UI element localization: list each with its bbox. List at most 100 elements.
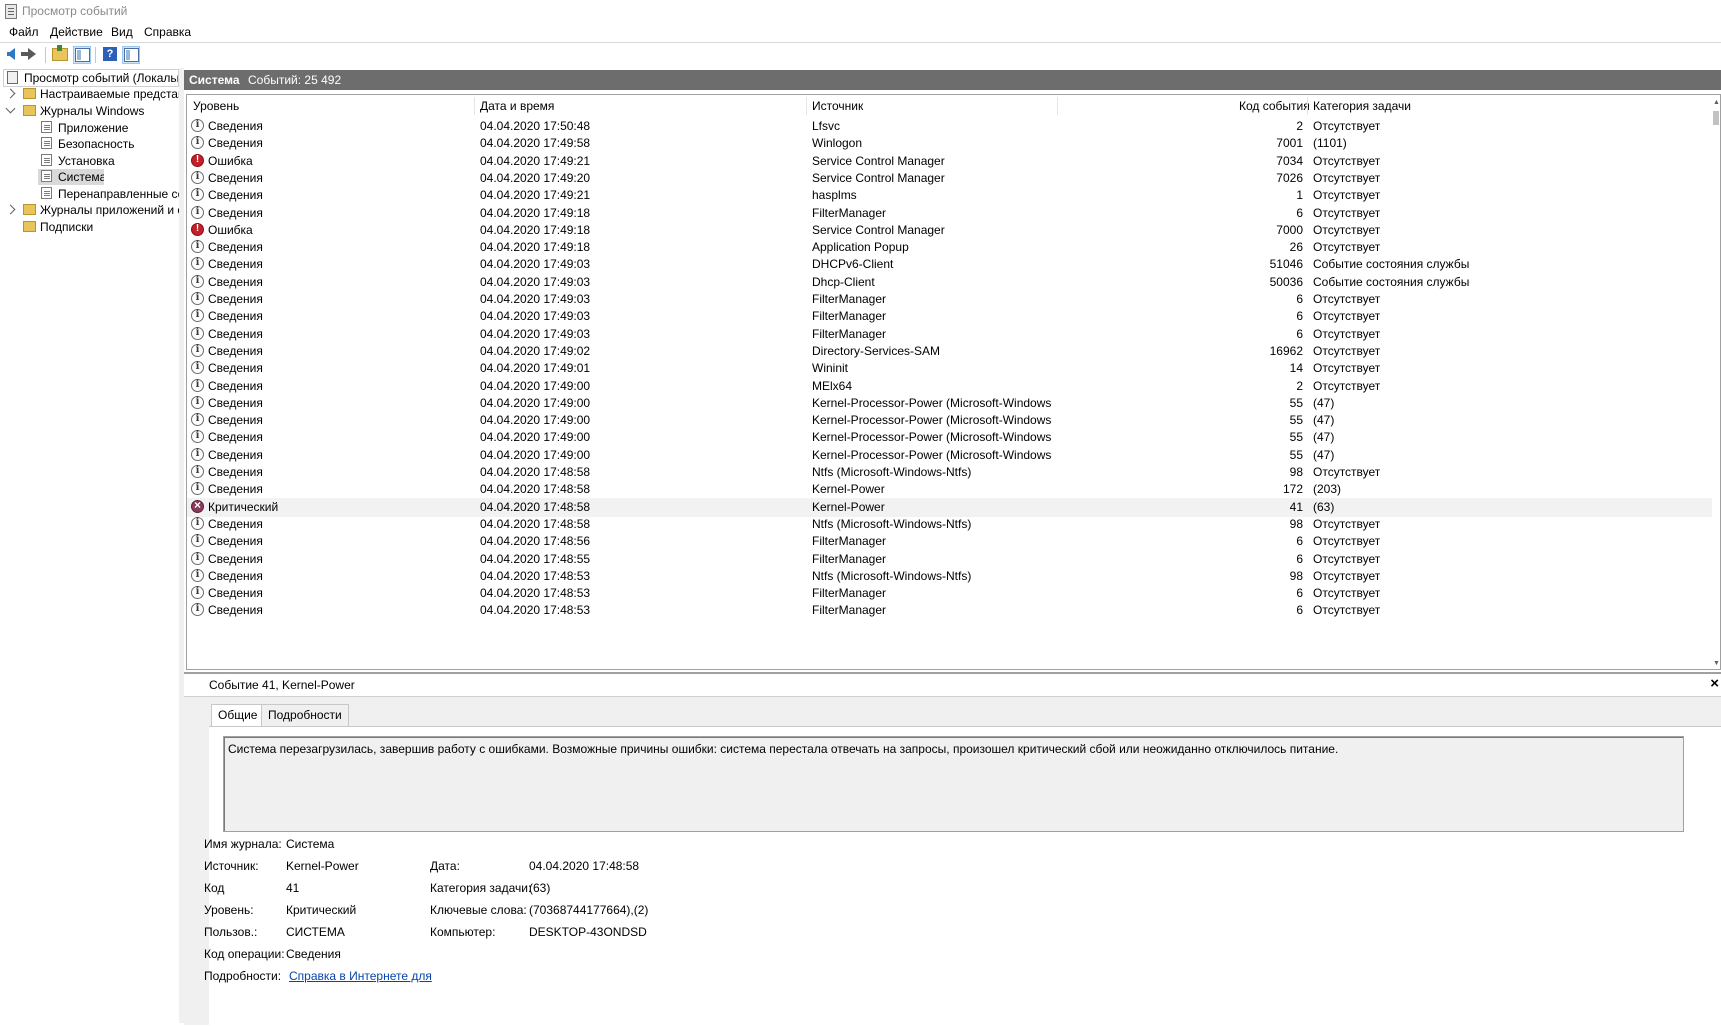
table-row[interactable]: Сведения 04.04.2020 17:49:03 DHCPv6-Client… [187, 255, 1712, 274]
cell-source: Ntfs (Microsoft-Windows-Ntfs) [812, 568, 972, 583]
cell-source: FilterManager [812, 292, 887, 306]
tree-item-windows-logs[interactable]: Журналы Windows [5, 103, 179, 119]
tree-item-system[interactable]: Система [38, 169, 104, 185]
tree-item-label: Перенаправленные события [58, 187, 179, 201]
table-row[interactable]: Сведения 04.04.2020 17:49:20 Service Contr… [187, 169, 1712, 188]
table-row[interactable]: Сведения 04.04.2020 17:49:00 Kernel-Proces… [187, 394, 1712, 413]
menu-view[interactable]: Вид [111, 25, 133, 39]
column-header-datetime[interactable]: Дата и время [480, 99, 554, 113]
scroll-thumb[interactable] [1713, 111, 1719, 125]
table-row[interactable]: Сведения 04.04.2020 17:48:58 Kernel-Power 1… [187, 480, 1712, 499]
tree-item-root[interactable]: Просмотр событий (Локальный) [3, 69, 179, 87]
table-row[interactable]: Сведения 04.04.2020 17:48:56 FilterManager… [187, 532, 1712, 551]
online-help-link[interactable]: Справка в Интернете для [289, 969, 432, 983]
show-hide-console-tree-button[interactable] [73, 46, 91, 64]
tree-item-setup[interactable]: Установка [38, 153, 179, 169]
log-icon [41, 170, 52, 182]
info-icon [191, 464, 204, 478]
info-icon [191, 239, 204, 254]
table-row[interactable]: Сведения 04.04.2020 17:49:02 Directory-Ser… [187, 342, 1712, 361]
column-divider[interactable] [474, 97, 475, 115]
tree-item-security[interactable]: Безопасность [38, 136, 179, 152]
scroll-up-icon[interactable]: ▲ [1713, 99, 1720, 106]
event-description-box[interactable]: Система перезагрузилась, завершив работу… [223, 736, 1684, 832]
chevron-right-icon[interactable] [5, 204, 16, 215]
cell-event-id: 1 [1296, 188, 1303, 203]
show-hide-action-pane-button[interactable] [122, 46, 140, 64]
table-row[interactable]: Ошибка 04.04.2020 17:49:21 Service Control… [187, 152, 1712, 171]
table-row[interactable]: Сведения 04.04.2020 17:49:18 Application P… [187, 238, 1712, 257]
table-row[interactable]: Критический 04.04.2020 17:48:58 Kernel-Pow… [187, 497, 1712, 517]
column-divider[interactable] [1057, 97, 1058, 115]
cell-event-id: 6 [1296, 534, 1303, 549]
field-computer-value: DESKTOP-43ONDSD [529, 925, 647, 939]
table-row[interactable]: Сведения 04.04.2020 17:50:48 Lfsvc 2 Отсутст… [187, 117, 1712, 136]
table-row[interactable]: Сведения 04.04.2020 17:49:03 FilterManager… [187, 290, 1712, 309]
vertical-scrollbar[interactable]: ▲ ▼ [1712, 95, 1720, 669]
close-icon[interactable]: × [1710, 675, 1719, 692]
tab-details[interactable]: Подробности [261, 704, 349, 727]
column-header-task-category[interactable]: Категория задачи [1313, 99, 1411, 113]
tree-item-custom-views[interactable]: Настраиваемые представления [5, 86, 179, 102]
cell-task-category: Отсутствует [1313, 240, 1381, 255]
menu-action[interactable]: Действие [50, 25, 103, 39]
cell-event-id: 55 [1289, 447, 1303, 462]
column-divider[interactable] [806, 97, 807, 115]
table-row[interactable]: Сведения 04.04.2020 17:48:58 Ntfs (Microso… [187, 515, 1712, 534]
chevron-down-icon[interactable] [5, 103, 16, 114]
table-row[interactable]: Сведения 04.04.2020 17:49:00 Kernel-Proces… [187, 411, 1712, 430]
tree-item-application[interactable]: Приложение [38, 120, 179, 136]
table-header: Уровень Дата и время Источник Код событи… [187, 95, 1720, 117]
menu-file[interactable]: Файл [9, 25, 39, 39]
tree-item-forwarded-events[interactable]: Перенаправленные события [38, 186, 179, 202]
tree-item-subscriptions[interactable]: Подписки [5, 219, 179, 235]
info-icon [191, 205, 204, 219]
info-icon [191, 326, 204, 340]
table-row[interactable]: Сведения 04.04.2020 17:49:01 Wininit 14 Отсу… [187, 359, 1712, 378]
table-row[interactable]: Сведения 04.04.2020 17:48:53 Ntfs (Microso… [187, 567, 1712, 586]
table-row[interactable]: Сведения 04.04.2020 17:49:03 Dhcp-Client 50… [187, 273, 1712, 292]
critical-icon [191, 498, 204, 513]
tab-general[interactable]: Общие [211, 704, 265, 728]
table-row[interactable]: Сведения 04.04.2020 17:48:55 FilterManager… [187, 550, 1712, 569]
table-row[interactable]: Сведения 04.04.2020 17:49:58 Winlogon 7001 (… [187, 134, 1712, 153]
help-button[interactable]: ? [102, 46, 118, 62]
table-row[interactable]: Сведения 04.04.2020 17:49:00 Kernel-Proces… [187, 428, 1712, 447]
table-row[interactable]: Сведения 04.04.2020 17:49:21 hasplms 1 Отсут… [187, 186, 1712, 205]
table-row[interactable]: Сведения 04.04.2020 17:48:53 FilterManager… [187, 601, 1712, 620]
cell-task-category: Отсутствует [1313, 378, 1381, 393]
cell-source: Directory-Services-SAM [812, 343, 941, 358]
table-row[interactable]: Сведения 04.04.2020 17:49:03 FilterManager… [187, 325, 1712, 344]
table-row[interactable]: Сведения 04.04.2020 17:49:00 MElx64 2 Отсутс… [187, 377, 1712, 396]
table-row[interactable]: Сведения 04.04.2020 17:48:58 Ntfs (Microso… [187, 463, 1712, 482]
cell-event-id: 172 [1282, 482, 1303, 497]
cell-level: Сведения [208, 482, 263, 497]
cell-datetime: 04.04.2020 17:49:00 [480, 430, 591, 445]
scroll-down-icon[interactable]: ▼ [1713, 660, 1720, 667]
tree-item-apps-services-logs[interactable]: Журналы приложений и служб [5, 202, 179, 218]
back-button[interactable] [3, 46, 19, 62]
tree-item-label: Журналы приложений и служб [40, 203, 179, 217]
cell-datetime: 04.04.2020 17:49:00 [480, 447, 591, 462]
menu-help[interactable]: Справка [144, 25, 191, 39]
forward-button[interactable] [21, 46, 40, 62]
cell-event-id: 98 [1289, 465, 1303, 479]
cell-source: Service Control Manager [812, 153, 945, 168]
info-icon [191, 429, 204, 444]
column-header-level[interactable]: Уровень [193, 99, 239, 113]
console-tree-icon [74, 48, 90, 62]
table-row[interactable]: Сведения 04.04.2020 17:48:53 FilterManager… [187, 584, 1712, 603]
column-header-source[interactable]: Источник [812, 99, 863, 113]
table-row[interactable]: Ошибка 04.04.2020 17:49:18 Service Control… [187, 221, 1712, 240]
field-date-value: 04.04.2020 17:48:58 [529, 859, 640, 873]
column-divider[interactable] [1307, 97, 1308, 115]
table-row[interactable]: Сведения 04.04.2020 17:49:03 FilterManager… [187, 307, 1712, 326]
up-folder-button[interactable] [52, 44, 68, 62]
cell-event-id: 7000 [1276, 222, 1303, 237]
cell-datetime: 04.04.2020 17:49:02 [480, 343, 591, 358]
chevron-right-icon[interactable] [5, 88, 16, 99]
info-icon [191, 378, 204, 392]
table-row[interactable]: Сведения 04.04.2020 17:49:00 Kernel-Proces… [187, 446, 1712, 465]
table-row[interactable]: Сведения 04.04.2020 17:49:18 FilterManager… [187, 204, 1712, 223]
column-header-event-id[interactable]: Код события [1239, 99, 1310, 113]
